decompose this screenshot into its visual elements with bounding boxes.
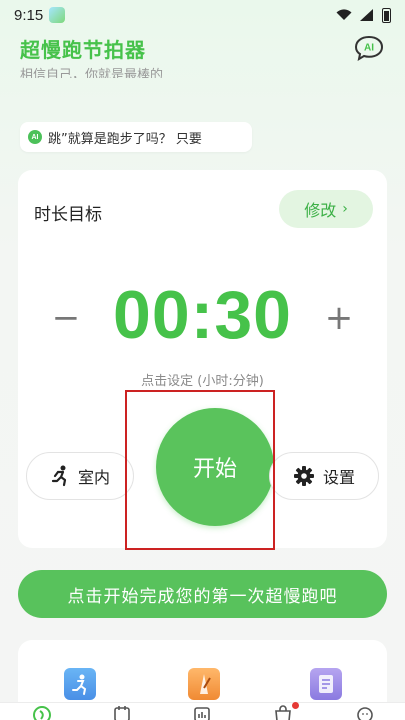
running-person-icon [51, 465, 67, 487]
status-bar: 9:15 [0, 0, 405, 30]
indoor-mode-label: 室内 [77, 468, 110, 487]
gear-icon [293, 466, 314, 486]
settings-button[interactable]: 设置 [269, 452, 379, 500]
signal-icon [360, 9, 373, 21]
notification-badge [292, 702, 299, 709]
battery-icon [382, 7, 391, 23]
header-subtitle: 相信自己，你就是最棒的 [20, 68, 164, 78]
timer-value[interactable]: 00:30 [113, 276, 292, 354]
app-header: 超慢跑节拍器 AI [0, 30, 405, 66]
first-run-cta-button[interactable]: 点击开始完成您的第一次超慢跑吧 [18, 570, 387, 618]
status-time: 9:15 [14, 6, 44, 24]
edit-goal-label: 修改 [304, 201, 337, 220]
decrease-time-button[interactable]: − [48, 300, 84, 336]
settings-label: 设置 [322, 468, 355, 487]
nav-home-icon[interactable] [32, 705, 52, 720]
chevron-right-icon: › [342, 201, 348, 217]
metronome-feature-icon[interactable] [188, 668, 220, 700]
ai-assistant-icon[interactable]: AI [353, 35, 385, 61]
ai-icon-label: AI [364, 43, 374, 54]
highlight-annotation [125, 390, 275, 550]
timer-hint: 点击设定 (小时:分钟) [141, 374, 264, 389]
ai-tip-badge: AI [28, 130, 42, 144]
document-feature-icon[interactable] [310, 668, 342, 700]
nav-stats-icon[interactable] [192, 705, 212, 720]
wifi-icon [336, 9, 352, 20]
running-feature-icon[interactable] [64, 668, 96, 700]
goal-title: 时长目标 [34, 205, 102, 225]
edit-goal-button[interactable]: 修改 › [279, 190, 373, 228]
nav-shop-icon[interactable] [273, 705, 293, 720]
app-title: 超慢跑节拍器 [20, 37, 146, 62]
increase-time-button[interactable]: + [321, 300, 357, 336]
status-icons [336, 7, 391, 23]
ai-tip-bubble[interactable]: AI 跳”就算是跑步了吗？ 只要 [20, 122, 252, 152]
bottom-nav [0, 702, 405, 720]
nav-plan-icon[interactable] [112, 705, 132, 720]
timer-row: − 00:30 + [18, 270, 387, 360]
ai-tip-text: 跳”就算是跑步了吗？ 只要 [48, 131, 202, 147]
notification-app-icon [49, 7, 66, 23]
indoor-mode-button[interactable]: 室内 [26, 452, 134, 500]
nav-me-icon[interactable] [355, 705, 375, 720]
